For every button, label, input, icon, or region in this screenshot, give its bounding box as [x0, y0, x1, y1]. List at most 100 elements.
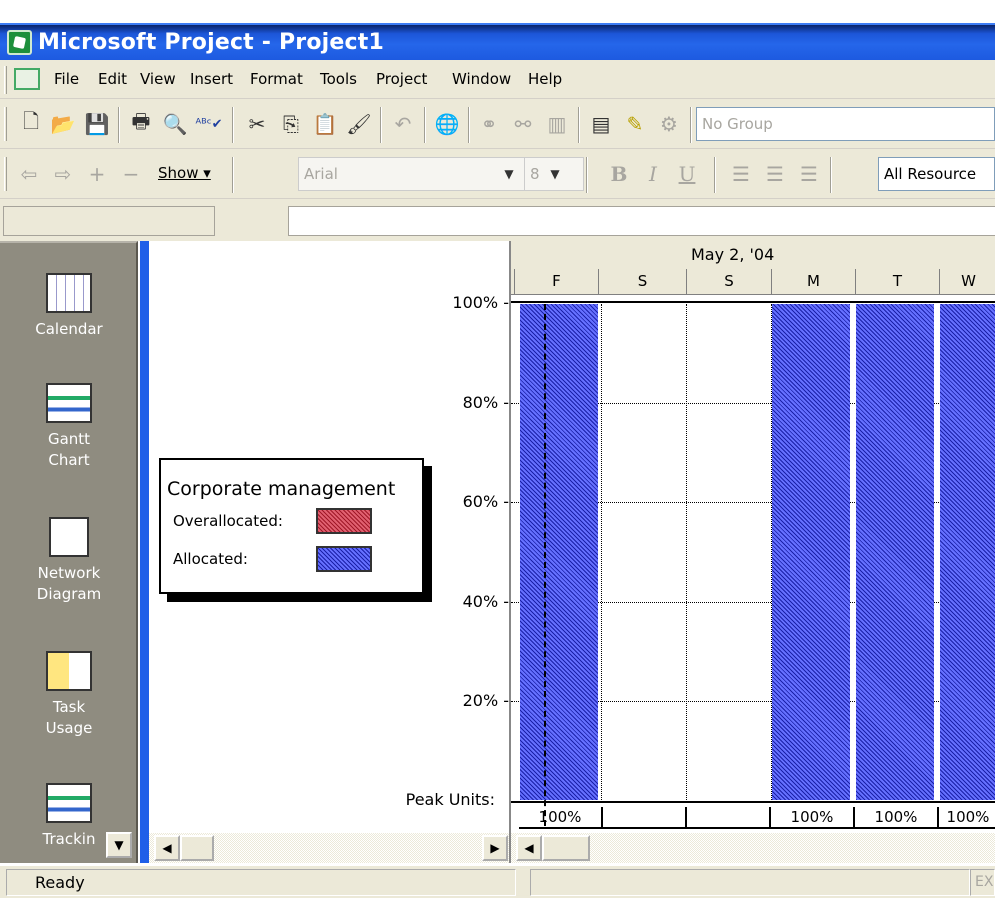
y-tick-20: 20% -: [462, 691, 509, 710]
cell-reference-box: [3, 206, 215, 236]
align-center-icon[interactable]: ☰: [762, 161, 788, 187]
underline-button[interactable]: U: [674, 161, 700, 187]
timescale-day-m: M: [771, 269, 855, 295]
status-ext-indicator: EX: [970, 869, 995, 896]
standard-toolbar: 🗋 📂 💾 🖶 🔍 ᴬᴮᶜ✔ ✂ ⎘ 📋 🖌 ↶ 🌐 ⚭ ⚯ ▥ ▤ ✎ ⚙ N…: [0, 99, 995, 149]
indent-icon[interactable]: ⇨: [50, 161, 76, 187]
menu-project[interactable]: Project: [376, 69, 427, 89]
window-title: Microsoft Project - Project1: [38, 30, 384, 55]
left-scroll-thumb[interactable]: [180, 835, 214, 861]
separator: [424, 107, 426, 143]
view-network-diagram[interactable]: Network Diagram: [0, 517, 138, 605]
resource-graph: May 2, '04 F S S M T W 100% 100% 100% 10…: [509, 241, 995, 863]
allocation-bar-w-5: [940, 304, 995, 800]
status-panel: [530, 869, 970, 896]
legend-box: Corporate management Overallocated: Allo…: [159, 458, 424, 594]
separator: [578, 107, 580, 143]
menu-bar: File Edit View Insert Format Tools Proje…: [0, 60, 995, 99]
title-bar: Microsoft Project - Project1: [0, 23, 995, 60]
paste-icon[interactable]: 📋: [312, 111, 338, 137]
size-dropdown-arrow-icon[interactable]: ▼: [542, 161, 568, 187]
legend-allocated-swatch: [316, 546, 372, 572]
menu-file[interactable]: File: [54, 69, 79, 89]
view-task-usage-label: Task Usage: [45, 698, 93, 737]
allocation-bar-t-4: [856, 304, 934, 800]
link-tasks-icon[interactable]: ⚭: [476, 111, 502, 137]
task-notes-icon[interactable]: ✎: [622, 111, 648, 137]
timescale-day-t: T: [855, 269, 939, 295]
cut-icon[interactable]: ✂: [244, 111, 270, 137]
view-gantt-label: Gantt Chart: [47, 430, 91, 469]
gantt-chart-icon: [46, 383, 92, 423]
timescale-week-label: May 2, '04: [691, 245, 775, 264]
view-task-usage[interactable]: Task Usage: [0, 651, 138, 739]
timescale-day-s1: S: [598, 269, 686, 295]
show-menu-button[interactable]: Show ▾: [158, 164, 211, 182]
task-information-icon[interactable]: ▤: [588, 111, 614, 137]
legend-overallocated-swatch: [316, 508, 372, 534]
undo-icon[interactable]: ↶: [390, 111, 416, 137]
left-scroll-left-icon[interactable]: ◀: [154, 835, 180, 861]
viewbar-scroll-down-icon[interactable]: ▼: [106, 832, 132, 858]
globe-icon[interactable]: 🌐: [434, 111, 460, 137]
separator: [380, 107, 382, 143]
menu-insert[interactable]: Insert: [190, 69, 233, 89]
unlink-tasks-icon[interactable]: ⚯: [510, 111, 536, 137]
assign-resources-icon[interactable]: ⚙: [656, 111, 682, 137]
font-dropdown-arrow-icon[interactable]: ▼: [496, 161, 522, 187]
menu-window[interactable]: Window: [452, 69, 511, 89]
spelling-icon[interactable]: ᴬᴮᶜ✔: [196, 111, 223, 137]
status-text: Ready: [6, 869, 516, 896]
right-scroll-left-icon[interactable]: ◀: [516, 835, 542, 861]
print-preview-icon[interactable]: 🔍: [162, 111, 188, 137]
toolbar-grip[interactable]: [4, 157, 7, 191]
separator: [232, 107, 234, 143]
peak-value-s2: [687, 807, 771, 829]
current-date-line: [544, 304, 546, 826]
day-divider: [601, 304, 602, 800]
hide-subtasks-icon[interactable]: −: [118, 161, 144, 187]
menu-tools[interactable]: Tools: [320, 69, 357, 89]
left-scroll-right-icon[interactable]: ▶: [482, 835, 508, 861]
document-icon[interactable]: [14, 68, 40, 90]
open-icon[interactable]: 📂: [50, 111, 76, 137]
entry-field[interactable]: [288, 206, 995, 236]
print-icon[interactable]: 🖶: [128, 109, 154, 137]
timescale-day-s2: S: [686, 269, 771, 295]
italic-button[interactable]: I: [640, 161, 666, 187]
peak-value-w: 100%: [939, 807, 995, 829]
copy-icon[interactable]: ⎘: [278, 111, 304, 137]
filter-combo[interactable]: All Resource: [878, 157, 995, 191]
menubar-grip[interactable]: [4, 66, 7, 94]
show-subtasks-icon[interactable]: +: [84, 161, 110, 187]
bold-button[interactable]: B: [606, 161, 632, 187]
new-icon[interactable]: 🗋: [18, 109, 44, 137]
right-scroll-thumb[interactable]: [542, 835, 590, 861]
y-tick-80: 80% -: [462, 393, 509, 412]
active-view-indicator: [140, 241, 149, 863]
view-gantt-chart[interactable]: Gantt Chart: [0, 383, 138, 471]
timescale-day-f: F: [514, 269, 598, 295]
y-tick-100: 100% -: [452, 293, 509, 312]
group-by-combo[interactable]: No Group: [696, 107, 995, 141]
view-calendar-label: Calendar: [35, 320, 103, 338]
format-painter-icon[interactable]: 🖌: [346, 111, 372, 137]
legend-allocated-label: Allocated:: [173, 550, 248, 568]
allocation-bar-f-0: [520, 304, 598, 800]
menu-edit[interactable]: Edit: [98, 69, 127, 89]
font-combo[interactable]: Arial: [298, 157, 526, 191]
peak-units-label: Peak Units:: [405, 790, 495, 809]
view-calendar[interactable]: Calendar: [0, 273, 138, 340]
split-task-icon[interactable]: ▥: [544, 111, 570, 137]
save-icon[interactable]: 💾: [84, 111, 110, 137]
graph-top-line: [511, 301, 995, 303]
view-bar: Calendar Gantt Chart Network Diagram Tas…: [0, 241, 138, 863]
menu-format[interactable]: Format: [250, 69, 303, 89]
align-right-icon[interactable]: ☰: [796, 161, 822, 187]
align-left-icon[interactable]: ☰: [728, 161, 754, 187]
allocation-bar-m-3: [772, 304, 850, 800]
menu-help[interactable]: Help: [528, 69, 562, 89]
menu-view[interactable]: View: [140, 69, 176, 89]
toolbar-grip[interactable]: [4, 107, 7, 141]
outdent-icon[interactable]: ⇦: [16, 161, 42, 187]
